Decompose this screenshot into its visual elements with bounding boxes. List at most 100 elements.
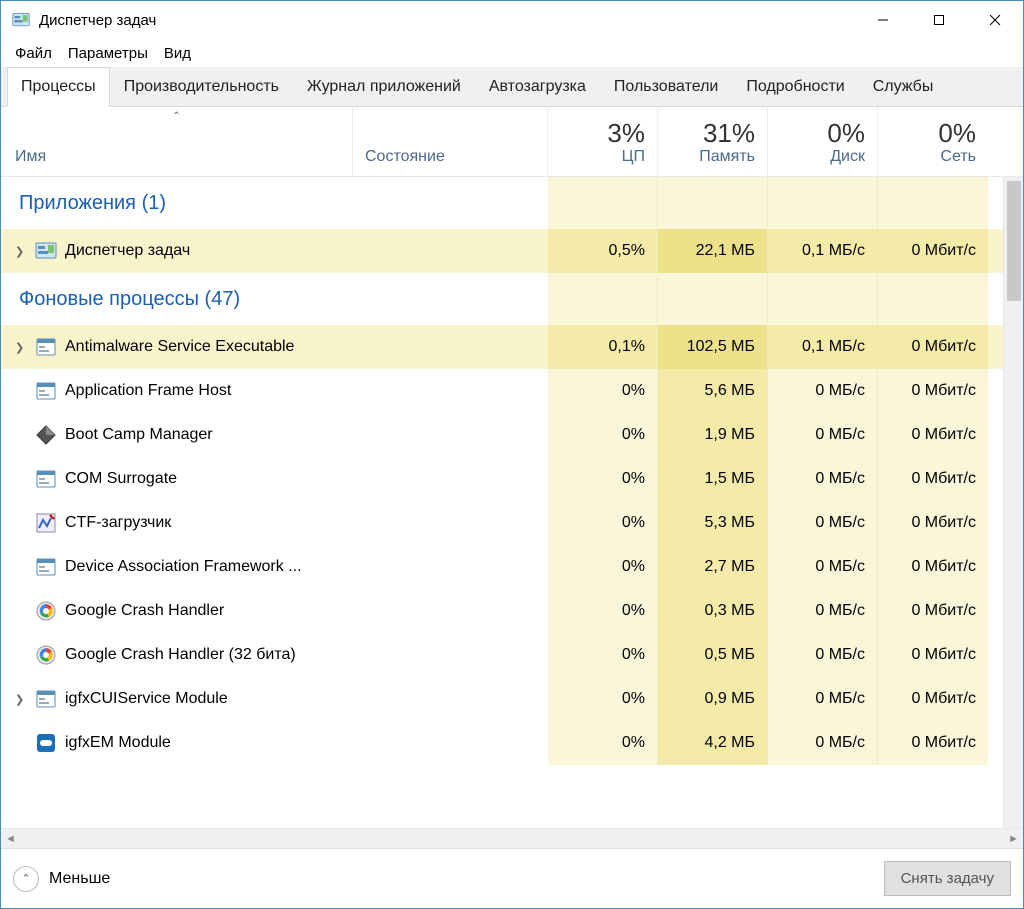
memory-value: 102,5 МБ xyxy=(658,325,768,369)
sort-indicator-icon: ⌃ xyxy=(172,111,180,122)
menu-file[interactable]: Файл xyxy=(7,43,60,64)
tabs: Процессы Производительность Журнал прило… xyxy=(1,67,1023,107)
disk-value: 0 МБ/с xyxy=(768,677,878,721)
tab-app-history[interactable]: Журнал приложений xyxy=(293,67,475,106)
process-icon xyxy=(35,380,57,402)
memory-value: 5,6 МБ xyxy=(658,369,768,413)
disk-value: 0,1 МБ/с xyxy=(768,325,878,369)
fewer-details-button[interactable]: ⌃ Меньше xyxy=(13,866,110,892)
expand-icon[interactable]: ❯ xyxy=(15,693,27,706)
process-row[interactable]: ❯ Antimalware Service Executable 0,1% 10… xyxy=(1,325,1003,369)
cpu-value: 0% xyxy=(548,721,658,765)
cpu-value: 0,5% xyxy=(548,229,658,273)
network-value: 0 Мбит/с xyxy=(878,325,988,369)
scrollbar-thumb[interactable] xyxy=(1007,181,1021,301)
memory-value: 5,3 МБ xyxy=(658,501,768,545)
process-name-label: Google Crash Handler (32 бита) xyxy=(65,646,296,664)
process-list[interactable]: Приложения (1) ❯ Диспетчер задач 0,5% 22… xyxy=(1,177,1003,828)
expand-icon[interactable]: ❯ xyxy=(15,341,27,354)
process-icon xyxy=(35,644,57,666)
col-name[interactable]: ⌃ Имя xyxy=(1,107,353,176)
scroll-left-icon[interactable]: ◄ xyxy=(5,833,16,845)
vertical-scrollbar[interactable] xyxy=(1003,177,1023,828)
memory-value: 0,9 МБ xyxy=(658,677,768,721)
tab-services[interactable]: Службы xyxy=(859,67,948,106)
cpu-value: 0% xyxy=(548,457,658,501)
disk-value: 0 МБ/с xyxy=(768,545,878,589)
minimize-button[interactable] xyxy=(855,1,911,39)
col-cpu[interactable]: 3%ЦП xyxy=(548,107,658,176)
process-row[interactable]: CTF-загрузчик 0% 5,3 МБ 0 МБ/с 0 Мбит/с xyxy=(1,501,1003,545)
process-name-label: Диспетчер задач xyxy=(65,242,190,260)
app-icon xyxy=(11,11,31,29)
group-header[interactable]: Приложения (1) xyxy=(1,177,1003,229)
process-icon xyxy=(35,688,57,710)
disk-value: 0,1 МБ/с xyxy=(768,229,878,273)
tab-performance[interactable]: Производительность xyxy=(110,67,293,106)
process-row[interactable]: ❯ Диспетчер задач 0,5% 22,1 МБ 0,1 МБ/с … xyxy=(1,229,1003,273)
tab-users[interactable]: Пользователи xyxy=(600,67,732,106)
tab-startup[interactable]: Автозагрузка xyxy=(475,67,600,106)
cpu-value: 0% xyxy=(548,413,658,457)
tab-details[interactable]: Подробности xyxy=(732,67,858,106)
menu-view[interactable]: Вид xyxy=(156,43,199,64)
process-icon xyxy=(35,556,57,578)
network-value: 0 Мбит/с xyxy=(878,589,988,633)
tab-processes[interactable]: Процессы xyxy=(7,67,110,107)
process-row[interactable]: ❯ igfxCUIService Module 0% 0,9 МБ 0 МБ/с… xyxy=(1,677,1003,721)
titlebar[interactable]: Диспетчер задач xyxy=(1,1,1023,39)
process-name-label: CTF-загрузчик xyxy=(65,514,171,532)
col-network[interactable]: 0%Сеть xyxy=(878,107,988,176)
process-icon xyxy=(35,732,57,754)
group-header[interactable]: Фоновые процессы (47) xyxy=(1,273,1003,325)
network-value: 0 Мбит/с xyxy=(878,229,988,273)
network-value: 0 Мбит/с xyxy=(878,721,988,765)
process-icon xyxy=(35,240,57,262)
col-state[interactable]: Состояние xyxy=(353,107,548,176)
process-name-label: Device Association Framework ... xyxy=(65,558,302,576)
close-button[interactable] xyxy=(967,1,1023,39)
disk-value: 0 МБ/с xyxy=(768,633,878,677)
memory-value: 0,3 МБ xyxy=(658,589,768,633)
process-name-label: Google Crash Handler xyxy=(65,602,224,620)
menubar: Файл Параметры Вид xyxy=(1,39,1023,67)
menu-options[interactable]: Параметры xyxy=(60,43,156,64)
cpu-value: 0,1% xyxy=(548,325,658,369)
disk-value: 0 МБ/с xyxy=(768,369,878,413)
horizontal-scrollbar[interactable]: ◄► xyxy=(1,828,1023,848)
end-task-button[interactable]: Снять задачу xyxy=(884,861,1011,896)
disk-value: 0 МБ/с xyxy=(768,457,878,501)
memory-value: 22,1 МБ xyxy=(658,229,768,273)
process-icon xyxy=(35,468,57,490)
process-name-label: Boot Camp Manager xyxy=(65,426,213,444)
disk-value: 0 МБ/с xyxy=(768,501,878,545)
memory-value: 1,9 МБ xyxy=(658,413,768,457)
cpu-value: 0% xyxy=(548,589,658,633)
process-row[interactable]: Boot Camp Manager 0% 1,9 МБ 0 МБ/с 0 Мби… xyxy=(1,413,1003,457)
process-name-label: igfxCUIService Module xyxy=(65,690,228,708)
process-row[interactable]: Application Frame Host 0% 5,6 МБ 0 МБ/с … xyxy=(1,369,1003,413)
cpu-value: 0% xyxy=(548,369,658,413)
memory-value: 1,5 МБ xyxy=(658,457,768,501)
chevron-up-icon: ⌃ xyxy=(13,866,39,892)
expand-icon[interactable]: ❯ xyxy=(15,245,27,258)
process-row[interactable]: Device Association Framework ... 0% 2,7 … xyxy=(1,545,1003,589)
process-icon xyxy=(35,512,57,534)
scroll-right-icon[interactable]: ► xyxy=(1008,833,1019,845)
cpu-value: 0% xyxy=(548,501,658,545)
process-row[interactable]: igfxEM Module 0% 4,2 МБ 0 МБ/с 0 Мбит/с xyxy=(1,721,1003,765)
process-icon xyxy=(35,424,57,446)
process-row[interactable]: Google Crash Handler 0% 0,3 МБ 0 МБ/с 0 … xyxy=(1,589,1003,633)
col-memory[interactable]: 31%Память xyxy=(658,107,768,176)
process-row[interactable]: COM Surrogate 0% 1,5 МБ 0 МБ/с 0 Мбит/с xyxy=(1,457,1003,501)
maximize-button[interactable] xyxy=(911,1,967,39)
col-disk[interactable]: 0%Диск xyxy=(768,107,878,176)
memory-value: 2,7 МБ xyxy=(658,545,768,589)
footer: ⌃ Меньше Снять задачу xyxy=(1,848,1023,908)
process-row[interactable]: Google Crash Handler (32 бита) 0% 0,5 МБ… xyxy=(1,633,1003,677)
process-icon xyxy=(35,336,57,358)
network-value: 0 Мбит/с xyxy=(878,457,988,501)
process-name-label: Antimalware Service Executable xyxy=(65,338,294,356)
disk-value: 0 МБ/с xyxy=(768,413,878,457)
network-value: 0 Мбит/с xyxy=(878,369,988,413)
